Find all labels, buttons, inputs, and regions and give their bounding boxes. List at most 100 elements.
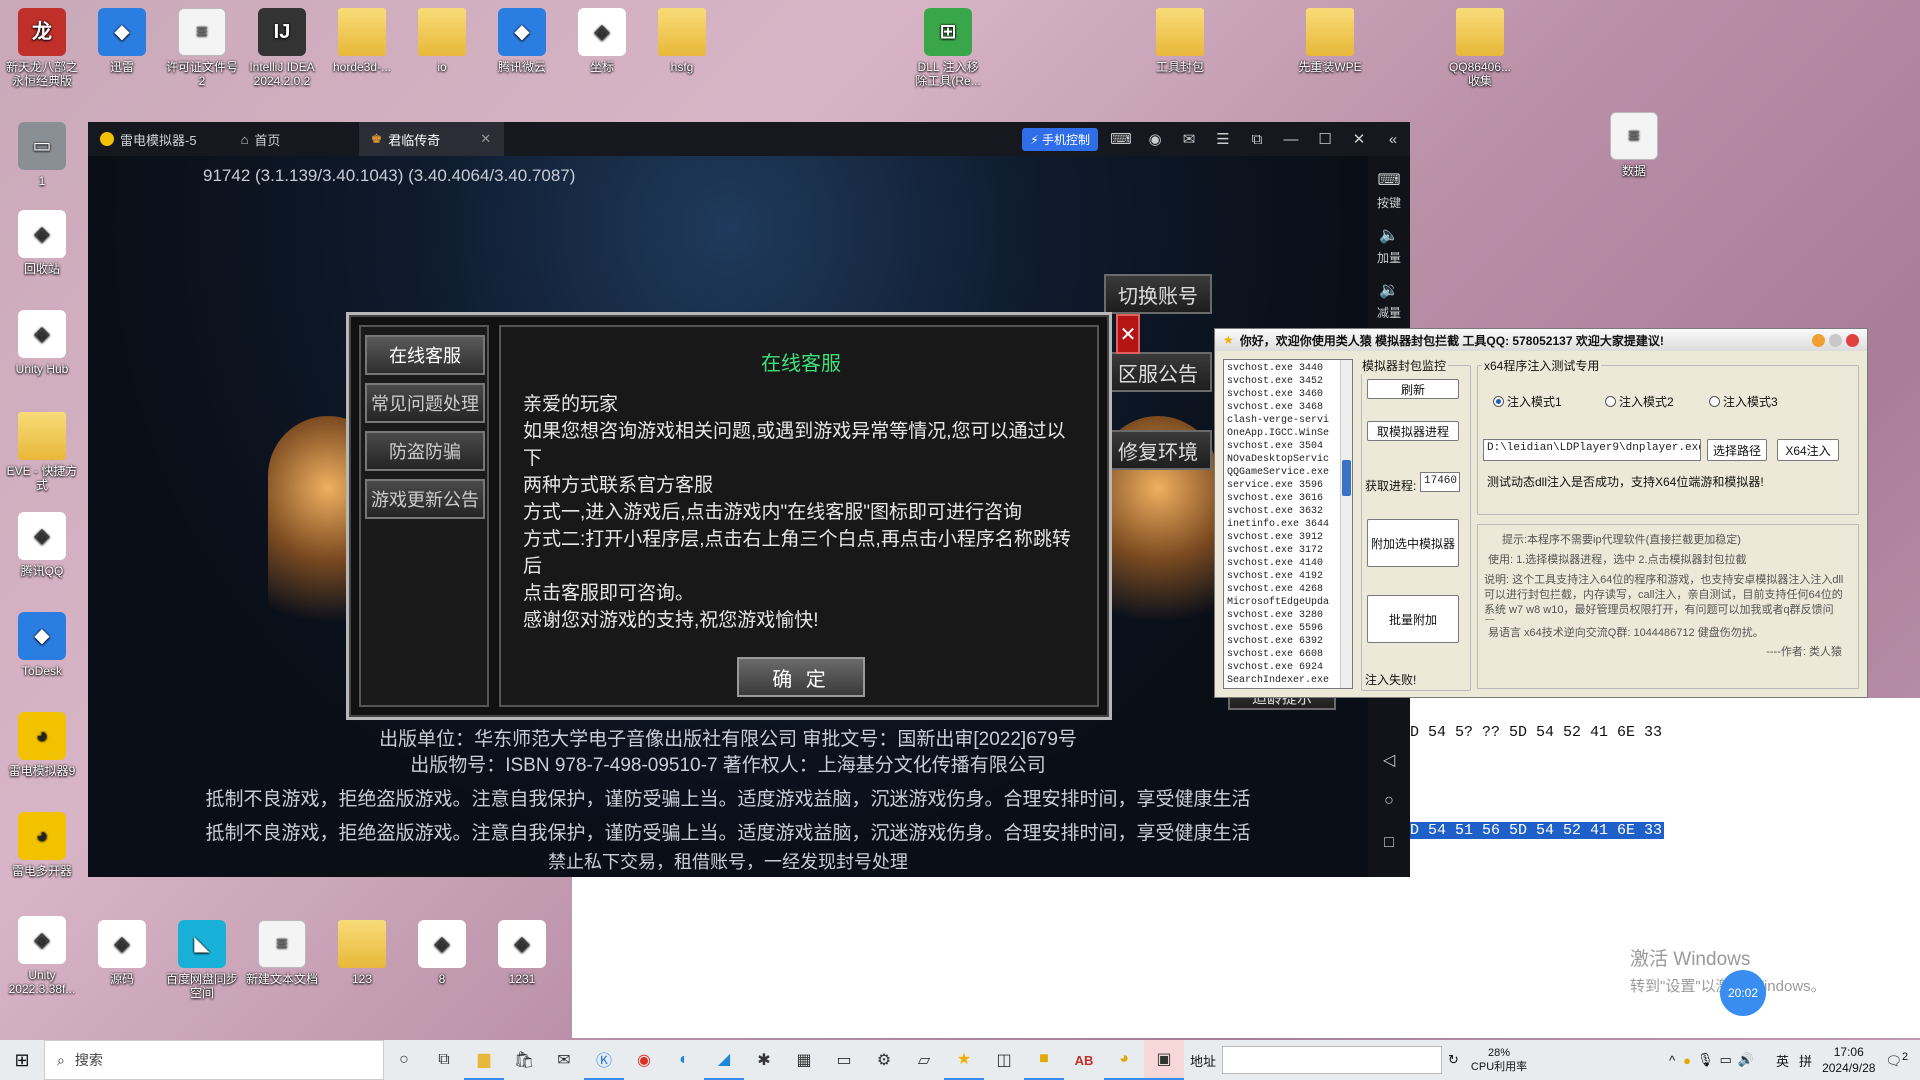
- desktop-icon[interactable]: ◆ 腾讯微云: [482, 8, 562, 74]
- clock[interactable]: 17:06 2024/9/28: [1822, 1044, 1875, 1076]
- process-item[interactable]: QQGameService.exe: [1227, 466, 1338, 479]
- notification-icon[interactable]: 🗨2: [1885, 1051, 1908, 1069]
- game-screen[interactable]: 91742 (3.1.139/3.40.1043) (3.40.4064/3.4…: [88, 156, 1368, 877]
- volume-down-button[interactable]: 🔉 减量: [1368, 280, 1410, 321]
- confirm-button[interactable]: 确 定: [737, 657, 865, 697]
- home-button[interactable]: ○: [1368, 792, 1410, 814]
- ime-mode[interactable]: 拼: [1799, 1051, 1812, 1070]
- process-item[interactable]: svchost.exe 3440: [1227, 362, 1338, 375]
- server-notice-button[interactable]: 区服公告: [1104, 352, 1212, 392]
- desktop-icon[interactable]: ≡ 数据: [1594, 112, 1674, 178]
- desktop-icon[interactable]: 工具封包: [1140, 8, 1220, 74]
- chrome-icon[interactable]: ◉: [624, 1040, 664, 1080]
- process-item[interactable]: svchost.exe 3504: [1227, 440, 1338, 453]
- gear-icon[interactable]: ⚙: [864, 1040, 904, 1080]
- start-button[interactable]: ⊞: [0, 1040, 44, 1080]
- process-item[interactable]: svchost.exe 3616: [1227, 492, 1338, 505]
- process-item[interactable]: svchost.exe 3460: [1227, 388, 1338, 401]
- coordinate-icon[interactable]: ◫: [984, 1040, 1024, 1080]
- keymap-button[interactable]: ⌨ 按键: [1368, 170, 1410, 211]
- process-item[interactable]: svchost.exe 6924: [1227, 661, 1338, 674]
- get-emulator-process-button[interactable]: 取模拟器进程: [1367, 421, 1459, 441]
- desktop-icon[interactable]: ◈ 8: [402, 920, 482, 986]
- tab-online-service[interactable]: 在线客服: [365, 335, 485, 375]
- cortana-icon[interactable]: ○: [384, 1040, 424, 1080]
- minimize-icon[interactable]: —: [1274, 122, 1308, 156]
- close-icon[interactable]: [1846, 333, 1859, 347]
- desktop-icon[interactable]: io: [402, 8, 482, 74]
- minimize-icon[interactable]: [1812, 333, 1825, 347]
- process-item[interactable]: svchost.exe 3452: [1227, 375, 1338, 388]
- process-scrollbar[interactable]: [1340, 360, 1352, 688]
- ab-icon[interactable]: AB: [1064, 1040, 1104, 1080]
- mic-icon[interactable]: 🎙: [1697, 1052, 1714, 1068]
- desktop-icon[interactable]: ◈ Unity Hub: [2, 310, 82, 376]
- process-item[interactable]: OneApp.IGCC.WinSe: [1227, 427, 1338, 440]
- desktop-icon[interactable]: ◆ 迅雷: [82, 8, 162, 74]
- restore-icon[interactable]: ⧉: [1240, 122, 1274, 156]
- batch-attach-button[interactable]: 批量附加: [1367, 595, 1459, 643]
- taskbar-search[interactable]: ⌕ 搜索: [44, 1040, 384, 1080]
- desktop-icon[interactable]: QQ86406... 收集: [1440, 8, 1520, 88]
- dialog-close-button[interactable]: ✕: [1116, 314, 1140, 354]
- notes-icon[interactable]: ▱: [904, 1040, 944, 1080]
- desktop-icon[interactable]: ▭ 1: [2, 122, 82, 188]
- attach-selected-button[interactable]: 附加选中模拟器: [1367, 519, 1459, 567]
- desktop-icon[interactable]: ◈ 腾讯QQ: [2, 512, 82, 578]
- tab-home[interactable]: ⌂ 首页: [229, 122, 359, 156]
- calculator-icon[interactable]: ▦: [784, 1040, 824, 1080]
- maximize-icon[interactable]: ☐: [1308, 122, 1342, 156]
- ldplayer9-taskbar-icon[interactable]: ◕: [1104, 1040, 1144, 1080]
- desktop-icon[interactable]: ⊞ DLL 注入移 除工具(Re...: [908, 8, 988, 88]
- desktop-icon[interactable]: ≡ 许可证文件号 2: [162, 8, 242, 88]
- todesk-icon[interactable]: ◢: [704, 1040, 744, 1080]
- close-icon[interactable]: ✕: [1342, 122, 1376, 156]
- address-input[interactable]: [1222, 1046, 1443, 1074]
- choose-path-button[interactable]: 选择路径: [1707, 439, 1767, 461]
- process-item[interactable]: SearchIndexer.exe: [1227, 674, 1338, 687]
- process-item[interactable]: svchost.exe 6608: [1227, 648, 1338, 661]
- mode-1-radio[interactable]: 注入模式1: [1493, 393, 1562, 410]
- desktop-icon[interactable]: hsfg: [642, 8, 722, 74]
- desktop-icon[interactable]: 先重装WPE: [1290, 8, 1370, 74]
- volume-up-button[interactable]: 🔈 加量: [1368, 225, 1410, 266]
- desktop-icon[interactable]: ◕ 雷电多开器: [2, 812, 82, 878]
- process-item[interactable]: svchost.exe 4192: [1227, 570, 1338, 583]
- process-item[interactable]: svchost.exe 3172: [1227, 544, 1338, 557]
- refresh-icon[interactable]: ↻: [1448, 1052, 1459, 1068]
- process-item[interactable]: svchost.exe 3632: [1227, 505, 1338, 518]
- emulator-app-name[interactable]: 雷电模拟器-5: [88, 122, 209, 156]
- account-icon[interactable]: ◉: [1138, 122, 1172, 156]
- process-item[interactable]: svchost.exe 3280: [1227, 609, 1338, 622]
- desktop-icon[interactable]: horde3d-...: [322, 8, 402, 74]
- process-item[interactable]: service.exe 3596: [1227, 479, 1338, 492]
- mode-3-radio[interactable]: 注入模式3: [1709, 393, 1778, 410]
- refresh-button[interactable]: 刷新: [1367, 379, 1459, 399]
- menu-icon[interactable]: ☰: [1206, 122, 1240, 156]
- active-window-icon[interactable]: ▣: [1144, 1040, 1184, 1080]
- collapse-sidebar-icon[interactable]: «: [1376, 122, 1410, 156]
- process-item[interactable]: svchost.exe 3912: [1227, 531, 1338, 544]
- back-button[interactable]: ◁: [1368, 750, 1410, 774]
- desktop-icon[interactable]: 龙新天龙八部之 永恒经典版: [2, 8, 82, 88]
- ime-language[interactable]: 英: [1776, 1051, 1789, 1070]
- process-item[interactable]: svchost.exe 3468: [1227, 401, 1338, 414]
- maximize-icon[interactable]: [1829, 333, 1842, 347]
- store-icon[interactable]: 🛍: [504, 1040, 544, 1080]
- switch-account-button[interactable]: 切换账号: [1104, 274, 1212, 314]
- tab-faq[interactable]: 常见问题处理: [365, 383, 485, 423]
- app-window-icon[interactable]: ▭: [824, 1040, 864, 1080]
- mode-2-radio[interactable]: 注入模式2: [1605, 393, 1674, 410]
- process-item[interactable]: MicrosoftEdgeUpda: [1227, 596, 1338, 609]
- desktop-icon[interactable]: ◈ 源码: [82, 920, 162, 986]
- x64-inject-button[interactable]: X64注入: [1777, 439, 1839, 461]
- desktop-icon[interactable]: ◈ 坐标: [562, 8, 642, 74]
- tab-game[interactable]: ♚ 君临传奇 ✕: [358, 122, 504, 156]
- desktop-icon[interactable]: ◆ ToDesk: [2, 612, 82, 678]
- process-item[interactable]: svchost.exe 6392: [1227, 635, 1338, 648]
- path-input[interactable]: D:\leidian\LDPlayer9\dnplayer.exe: [1483, 439, 1701, 461]
- tab-anti-fraud[interactable]: 防盗防骗: [365, 431, 485, 471]
- star-tool-icon[interactable]: ★: [944, 1040, 984, 1080]
- process-item[interactable]: svchost.exe 4268: [1227, 583, 1338, 596]
- task-view-icon[interactable]: ⧉: [424, 1040, 464, 1080]
